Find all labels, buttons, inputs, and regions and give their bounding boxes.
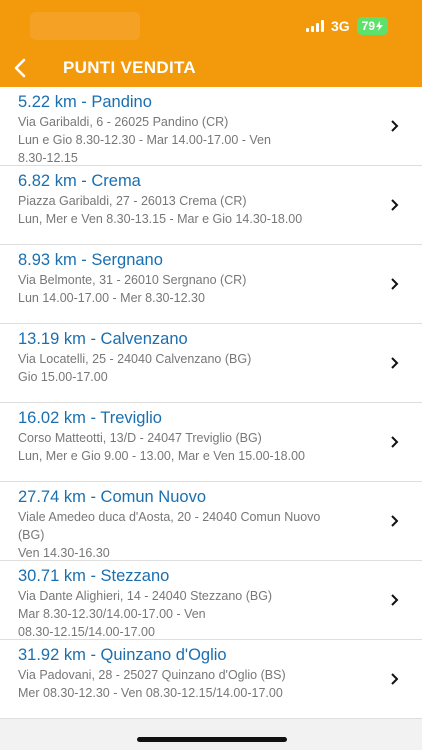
store-hours: Mer 08.30-12.30 - Ven 08.30-12.15/14.00-… xyxy=(18,686,283,700)
status-indicators: 3G 79 xyxy=(305,17,388,35)
chevron-right-icon xyxy=(391,436,399,448)
store-hours: Lun 14.00-17.00 - Mer 8.30-12.30 xyxy=(18,291,205,305)
store-address-cont: (BG) xyxy=(18,528,45,542)
store-hours: Mar 8.30-12.30/14.00-17.00 - Ven xyxy=(18,607,206,621)
back-arrow-icon[interactable] xyxy=(10,57,32,79)
store-address: Via Dante Alighieri, 14 - 24040 Stezzano… xyxy=(18,589,273,603)
chevron-right-icon xyxy=(391,199,399,211)
store-item-stezzano[interactable]: 30.71 km - Stezzano Via Dante Alighieri,… xyxy=(0,561,422,640)
chevron-right-icon xyxy=(391,515,399,527)
store-title: 6.82 km - Crema xyxy=(18,172,141,190)
battery-indicator: 79 xyxy=(356,17,388,35)
store-hours: Ven 14.30-16.30 xyxy=(18,546,110,560)
store-title: 8.93 km - Sergnano xyxy=(18,251,163,269)
store-hours-cont: 08.30-12.15/14.00-17.00 xyxy=(18,625,155,639)
store-item-treviglio[interactable]: 16.02 km - Treviglio Corso Matteotti, 13… xyxy=(0,403,422,482)
store-title: 30.71 km - Stezzano xyxy=(18,567,170,585)
page-title: PUNTI VENDITA xyxy=(63,58,196,77)
store-item-comun-nuovo[interactable]: 27.74 km - Comun Nuovo Viale Amedeo duca… xyxy=(0,482,422,561)
store-title: 27.74 km - Comun Nuovo xyxy=(18,488,207,506)
store-item-crema[interactable]: 6.82 km - Crema Piazza Garibaldi, 27 - 2… xyxy=(0,166,422,245)
store-list: 5.22 km - Pandino Via Garibaldi, 6 - 260… xyxy=(0,87,422,719)
store-address: Corso Matteotti, 13/D - 24047 Treviglio … xyxy=(18,431,262,445)
store-address: Via Belmonte, 31 - 26010 Sergnano (CR) xyxy=(18,273,247,287)
store-hours: Lun, Mer e Ven 8.30-13.15 - Mar e Gio 14… xyxy=(18,212,303,226)
chevron-right-icon xyxy=(391,278,399,290)
store-hours-cont: 8.30-12.15 xyxy=(18,151,78,165)
store-hours: Lun, Mer e Gio 9.00 - 13.00, Mar e Ven 1… xyxy=(18,449,305,463)
store-item-pandino[interactable]: 5.22 km - Pandino Via Garibaldi, 6 - 260… xyxy=(0,87,422,166)
store-title: 13.19 km - Calvenzano xyxy=(18,330,188,348)
app-header: 3G 79 PUNTI VENDITA xyxy=(0,0,422,87)
navigation-bar: PUNTI VENDITA xyxy=(0,50,422,86)
network-type: 3G xyxy=(330,18,350,34)
store-title: 31.92 km - Quinzano d'Oglio xyxy=(18,646,227,664)
charging-bolt-icon xyxy=(376,21,383,31)
store-title: 16.02 km - Treviglio xyxy=(18,409,162,427)
store-hours: Lun e Gio 8.30-12.30 - Mar 14.00-17.00 -… xyxy=(18,133,271,147)
store-item-sergnano[interactable]: 8.93 km - Sergnano Via Belmonte, 31 - 26… xyxy=(0,245,422,324)
chevron-right-icon xyxy=(391,594,399,606)
store-address: Via Garibaldi, 6 - 26025 Pandino (CR) xyxy=(18,115,229,129)
store-address: Via Padovani, 28 - 25027 Quinzano d'Ogli… xyxy=(18,668,286,682)
store-item-calvenzano[interactable]: 13.19 km - Calvenzano Via Locatelli, 25 … xyxy=(0,324,422,403)
chevron-right-icon xyxy=(391,120,399,132)
chevron-right-icon xyxy=(391,357,399,369)
store-title: 5.22 km - Pandino xyxy=(18,93,152,111)
signal-icon xyxy=(305,20,324,32)
status-time xyxy=(30,12,140,40)
store-address: Piazza Garibaldi, 27 - 26013 Crema (CR) xyxy=(18,194,247,208)
store-item-quinzano[interactable]: 31.92 km - Quinzano d'Oglio Via Padovani… xyxy=(0,640,422,719)
chevron-right-icon xyxy=(391,673,399,685)
store-hours: Gio 15.00-17.00 xyxy=(18,370,108,384)
home-indicator[interactable] xyxy=(137,737,287,742)
store-address: Via Locatelli, 25 - 24040 Calvenzano (BG… xyxy=(18,352,252,366)
store-address: Viale Amedeo duca d'Aosta, 20 - 24040 Co… xyxy=(18,510,321,524)
battery-level: 79 xyxy=(361,19,375,33)
